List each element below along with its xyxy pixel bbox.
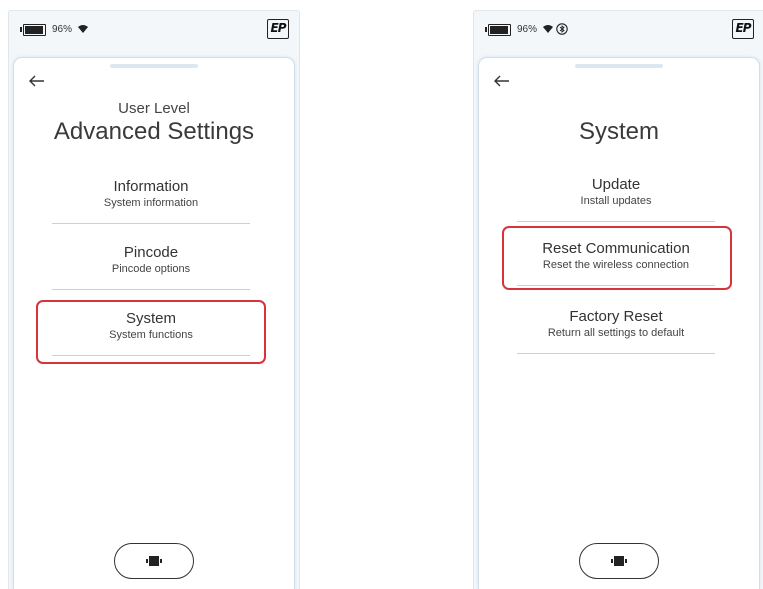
menu-item-factory-reset[interactable]: Factory Reset Return all settings to def… [517, 308, 715, 354]
phone-left: 96% EP User Level Advanced Settings Info… [8, 10, 300, 589]
battery-percentage: 96% [52, 24, 73, 35]
user-level-label: User Level [118, 100, 190, 117]
home-button[interactable] [579, 543, 659, 579]
phone-right: 96% EP System Update Install updates Res… [473, 10, 763, 589]
divider [517, 285, 715, 286]
menu-item-label: Factory Reset [569, 308, 663, 325]
battery-icon [20, 24, 46, 36]
cube-icon [611, 556, 627, 566]
menu-item-desc: System information [103, 197, 199, 209]
ep-logo: EP [267, 19, 289, 39]
menu-item-information[interactable]: Information System information [52, 178, 250, 224]
back-arrow-icon[interactable] [493, 72, 511, 90]
wifi-icon [78, 25, 88, 33]
bluetooth-icon [556, 23, 568, 35]
screen-card: User Level Advanced Settings Information… [13, 57, 295, 589]
wifi-icon [543, 25, 553, 33]
divider [517, 353, 715, 354]
battery-icon [485, 24, 511, 36]
menu-item-label: Pincode [123, 244, 179, 261]
menu-item-update[interactable]: Update Install updates [517, 176, 715, 222]
menu-item-label: Update [591, 176, 641, 193]
menu-item-desc: System functions [109, 329, 193, 341]
menu-item-desc: Return all settings to default [547, 327, 685, 339]
home-button[interactable] [114, 543, 194, 579]
menu-item-label: Reset Communication [542, 240, 690, 257]
divider [517, 221, 715, 222]
battery-percentage: 96% [517, 24, 538, 35]
back-arrow-icon[interactable] [28, 72, 46, 90]
menu-item-reset-communication[interactable]: Reset Communication Reset the wireless c… [517, 240, 715, 286]
screen-card: System Update Install updates Reset Comm… [478, 57, 760, 589]
menu-item-label: System [125, 310, 176, 327]
drag-handle[interactable] [110, 64, 198, 68]
divider [52, 289, 250, 290]
menu-item-label: Information [113, 178, 189, 195]
status-bar: 96% EP [9, 11, 299, 53]
page-title: System [578, 118, 659, 145]
cube-icon [146, 556, 162, 566]
status-bar: 96% EP [474, 11, 763, 53]
page-title: Advanced Settings [53, 118, 255, 145]
menu-item-desc: Pincode options [111, 263, 191, 275]
ep-logo: EP [732, 19, 754, 39]
divider [52, 355, 250, 356]
menu-item-pincode[interactable]: Pincode Pincode options [52, 244, 250, 290]
menu-item-system[interactable]: System System functions [52, 310, 250, 356]
drag-handle[interactable] [575, 64, 663, 68]
divider [52, 223, 250, 224]
menu-item-desc: Reset the wireless connection [542, 259, 690, 271]
menu-item-desc: Install updates [580, 195, 652, 207]
